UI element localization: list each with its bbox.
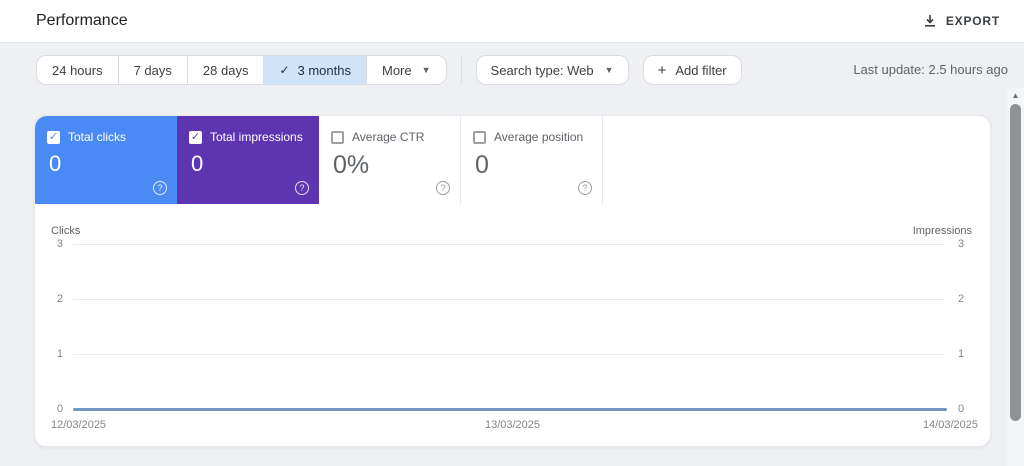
search-type-dropdown[interactable]: Search type: Web ▼ (475, 55, 629, 85)
metric-card-average-ctr[interactable]: Average CTR 0% ? (319, 116, 461, 204)
checkbox-average-position[interactable] (473, 130, 486, 144)
metric-cards: ✓ Total clicks 0 ? ✓ Total impressions 0… (35, 116, 990, 204)
right-axis-tick: 3 (958, 238, 965, 250)
left-axis-tick: 0 (56, 403, 63, 415)
date-range-3-months[interactable]: ✓ 3 months (263, 56, 366, 84)
scrollbar-thumb[interactable] (1010, 104, 1021, 421)
help-icon[interactable]: ? (295, 181, 309, 195)
check-icon: ✓ (279, 63, 290, 77)
gridline (73, 354, 945, 355)
date-range-7-days[interactable]: 7 days (117, 56, 187, 84)
date-range-24-hours[interactable]: 24 hours (37, 56, 118, 84)
date-range-more-button[interactable]: More ▼ (366, 56, 446, 84)
clicks-series-line[interactable] (73, 408, 947, 411)
metric-label: Average position (494, 130, 584, 144)
performance-chart: Clicks Impressions 3 3 2 2 1 1 0 0 12/03… (35, 204, 990, 446)
gridline (73, 244, 945, 245)
chevron-down-icon: ▼ (604, 65, 614, 75)
x-axis-date: 13/03/2025 (484, 419, 541, 431)
search-type-label: Search type: Web (490, 62, 594, 78)
more-label: More (382, 62, 412, 78)
right-axis-tick: 2 (958, 293, 965, 305)
x-axis-date: 14/03/2025 (922, 419, 978, 431)
download-icon (923, 14, 937, 28)
export-label: EXPORT (945, 14, 1000, 28)
add-filter-button[interactable]: + Add filter (642, 55, 742, 85)
metric-value: 0 (475, 151, 489, 179)
gridline-row: 3 3 (35, 238, 990, 250)
checkbox-total-clicks[interactable]: ✓ (47, 130, 60, 144)
help-icon[interactable]: ? (436, 181, 450, 195)
page-title: Performance (36, 12, 128, 29)
scroll-up-arrow-icon[interactable]: ▲ (1007, 90, 1024, 102)
gridline-row: 1 1 (35, 348, 990, 360)
checkbox-total-impressions[interactable]: ✓ (189, 130, 202, 144)
right-axis-tick: 1 (958, 348, 965, 360)
date-range-label: 7 days (133, 62, 172, 78)
metric-value: 0 (191, 151, 204, 176)
left-axis-tick: 2 (56, 293, 63, 305)
add-filter-label: Add filter (675, 62, 727, 78)
metric-value: 0 (49, 151, 62, 176)
chevron-down-icon: ▼ (421, 65, 431, 75)
date-range-28-days[interactable]: 28 days (186, 56, 264, 84)
date-range-label: 3 months (297, 62, 351, 78)
help-icon[interactable]: ? (153, 181, 167, 195)
help-icon[interactable]: ? (578, 181, 592, 195)
last-update-text: Last update: 2.5 hours ago (853, 62, 1008, 77)
metric-label: Total impressions (210, 130, 303, 144)
date-range-label: 24 hours (52, 62, 103, 78)
left-axis-title: Clicks (51, 225, 81, 237)
filter-row: 24 hours 7 days 28 days ✓ 3 months More … (36, 55, 742, 85)
right-axis-title: Impressions (912, 225, 972, 237)
filter-divider (460, 56, 462, 84)
plus-icon: + (657, 61, 667, 79)
gridline-row: 2 2 (35, 293, 990, 305)
gridline (73, 299, 945, 300)
checkbox-average-ctr[interactable] (331, 130, 344, 144)
performance-panel: ✓ Total clicks 0 ? ✓ Total impressions 0… (34, 115, 991, 447)
metric-label: Total clicks (68, 130, 127, 144)
export-button[interactable]: EXPORT (923, 14, 1000, 28)
right-axis-tick: 0 (958, 403, 965, 415)
metric-card-average-position[interactable]: Average position 0 ? (461, 116, 603, 204)
header-bar: Performance EXPORT (0, 0, 1024, 43)
vertical-scrollbar[interactable]: ▲ (1007, 88, 1024, 466)
date-range-group: 24 hours 7 days 28 days ✓ 3 months More … (36, 55, 447, 85)
metric-card-total-clicks[interactable]: ✓ Total clicks 0 ? (35, 116, 177, 204)
metric-value: 0% (333, 151, 370, 179)
x-axis-labels: 12/03/2025 13/03/2025 14/03/2025 (35, 419, 990, 433)
metric-label: Average CTR (352, 130, 425, 144)
left-axis-tick: 1 (56, 348, 63, 360)
date-range-label: 28 days (202, 62, 249, 78)
left-axis-tick: 3 (56, 238, 63, 250)
metric-card-total-impressions[interactable]: ✓ Total impressions 0 ? (177, 116, 319, 204)
